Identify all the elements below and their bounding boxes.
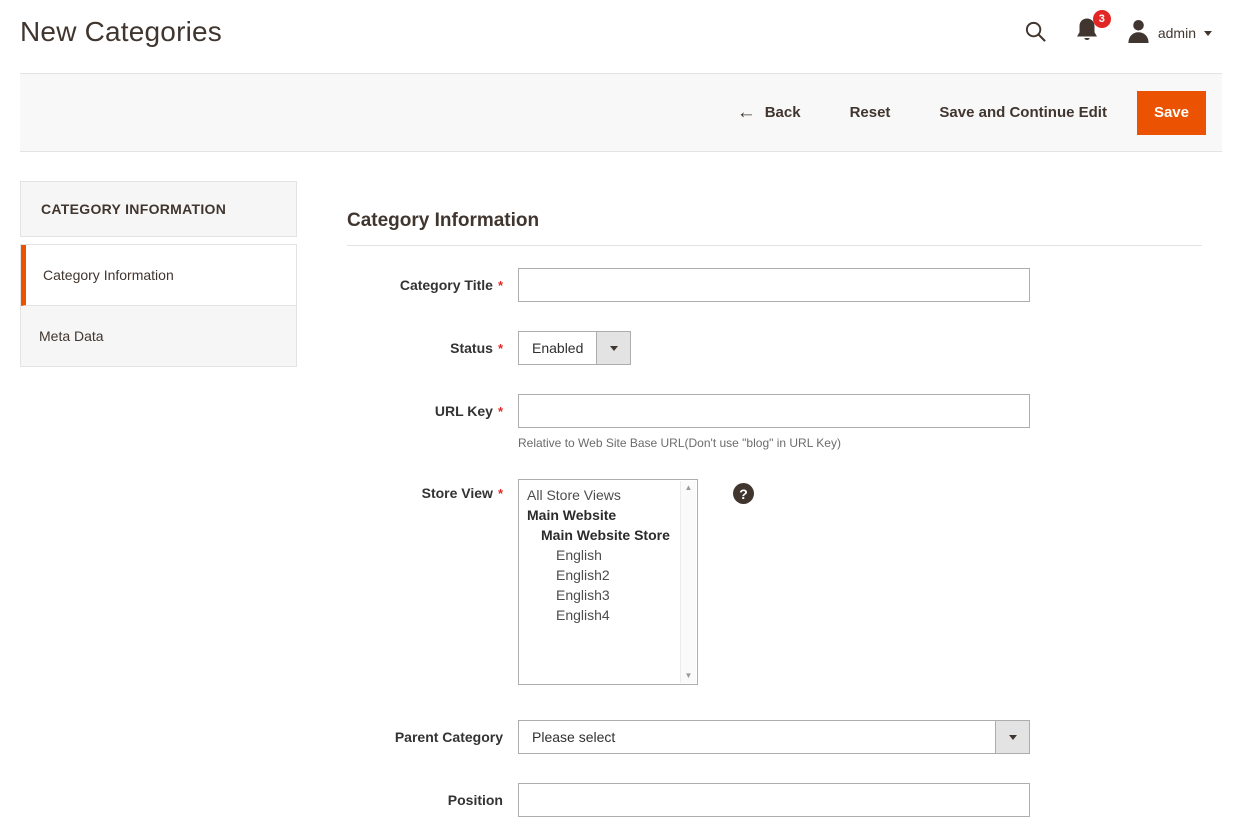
scroll-down-icon[interactable]: ▼ (685, 672, 693, 680)
help-icon[interactable]: ? (733, 483, 754, 504)
search-icon (1024, 20, 1047, 46)
content: CATEGORY INFORMATION Category Informatio… (0, 181, 1239, 831)
sidebar-header: CATEGORY INFORMATION (20, 181, 297, 237)
select-arrow-box (995, 721, 1029, 753)
store-view-option[interactable]: English4 (519, 605, 673, 625)
search-button[interactable] (1024, 20, 1047, 46)
status-label: Status* (347, 331, 518, 365)
field-url-key: URL Key* Relative to Web Site Base URL(D… (347, 394, 1202, 450)
field-position: Position (347, 783, 1202, 817)
store-view-option[interactable]: English2 (519, 565, 673, 585)
url-key-input[interactable] (518, 394, 1030, 428)
chevron-down-icon (1204, 31, 1212, 36)
back-button[interactable]: ← Back (737, 103, 801, 122)
save-and-continue-button[interactable]: Save and Continue Edit (939, 104, 1107, 121)
reset-button-label: Reset (850, 104, 891, 121)
required-mark: * (498, 341, 503, 356)
parent-category-label: Parent Category (347, 720, 518, 754)
admin-page: New Categories 3 (0, 0, 1239, 831)
parent-category-select[interactable]: Please select (518, 720, 1030, 754)
field-category-title: Category Title* (347, 268, 1202, 302)
required-mark: * (498, 278, 503, 293)
store-view-option[interactable]: English3 (519, 585, 673, 605)
store-view-option[interactable]: English (519, 545, 673, 565)
store-view-option[interactable]: Main Website Store (519, 525, 673, 545)
status-select-value: Enabled (519, 332, 596, 364)
sidebar-item-category-information[interactable]: Category Information (21, 245, 296, 306)
field-parent-category: Parent Category Please select (347, 720, 1202, 754)
status-select[interactable]: Enabled (518, 331, 631, 365)
sidebar-item-meta-data[interactable]: Meta Data (21, 306, 296, 367)
save-and-continue-label: Save and Continue Edit (939, 104, 1107, 121)
main-panel: Category Information Category Title* Sta… (347, 181, 1202, 831)
admin-user-label: admin (1158, 25, 1196, 41)
user-icon (1127, 18, 1150, 48)
url-key-label: URL Key* (347, 394, 518, 450)
category-form: Category Title* Status* Enabled (347, 246, 1202, 817)
notification-count-badge: 3 (1093, 10, 1111, 28)
category-title-input[interactable] (518, 268, 1030, 302)
parent-category-select-value: Please select (519, 721, 995, 753)
select-arrow-box (596, 332, 630, 364)
required-mark: * (498, 404, 503, 419)
store-view-label: Store View* (347, 479, 518, 685)
save-button[interactable]: Save (1137, 91, 1206, 135)
store-view-option[interactable]: All Store Views (519, 485, 673, 505)
scroll-up-icon[interactable]: ▲ (685, 484, 693, 492)
chevron-down-icon (610, 346, 618, 351)
sidebar-nav: CATEGORY INFORMATION Category Informatio… (20, 181, 297, 367)
store-view-multiselect[interactable]: All Store ViewsMain WebsiteMain Website … (518, 479, 698, 685)
url-key-note: Relative to Web Site Base URL(Don't use … (518, 436, 1202, 450)
store-view-list: All Store ViewsMain WebsiteMain Website … (519, 485, 673, 625)
reset-button[interactable]: Reset (850, 104, 891, 121)
field-store-view: Store View* All Store ViewsMain WebsiteM… (347, 479, 1202, 685)
section-title: Category Information (347, 210, 1202, 246)
position-input[interactable] (518, 783, 1030, 817)
store-view-scrollbar[interactable]: ▲ ▼ (680, 481, 696, 683)
store-view-option[interactable]: Main Website (519, 505, 673, 525)
top-header: New Categories 3 (0, 0, 1239, 63)
required-mark: * (498, 486, 503, 501)
notifications-button[interactable]: 3 (1075, 17, 1099, 48)
sidebar-items: Category InformationMeta Data (20, 244, 297, 367)
chevron-down-icon (1009, 735, 1017, 740)
back-button-label: Back (765, 104, 801, 121)
header-actions: 3 admin (1024, 15, 1212, 48)
category-title-label: Category Title* (347, 268, 518, 302)
page-title: New Categories (20, 16, 222, 48)
position-label: Position (347, 783, 518, 817)
admin-user-menu[interactable]: admin (1127, 18, 1212, 48)
back-arrow-icon: ← (737, 103, 756, 122)
field-status: Status* Enabled (347, 331, 1202, 365)
page-actions-toolbar: ← Back Reset Save and Continue Edit Save (20, 73, 1222, 152)
